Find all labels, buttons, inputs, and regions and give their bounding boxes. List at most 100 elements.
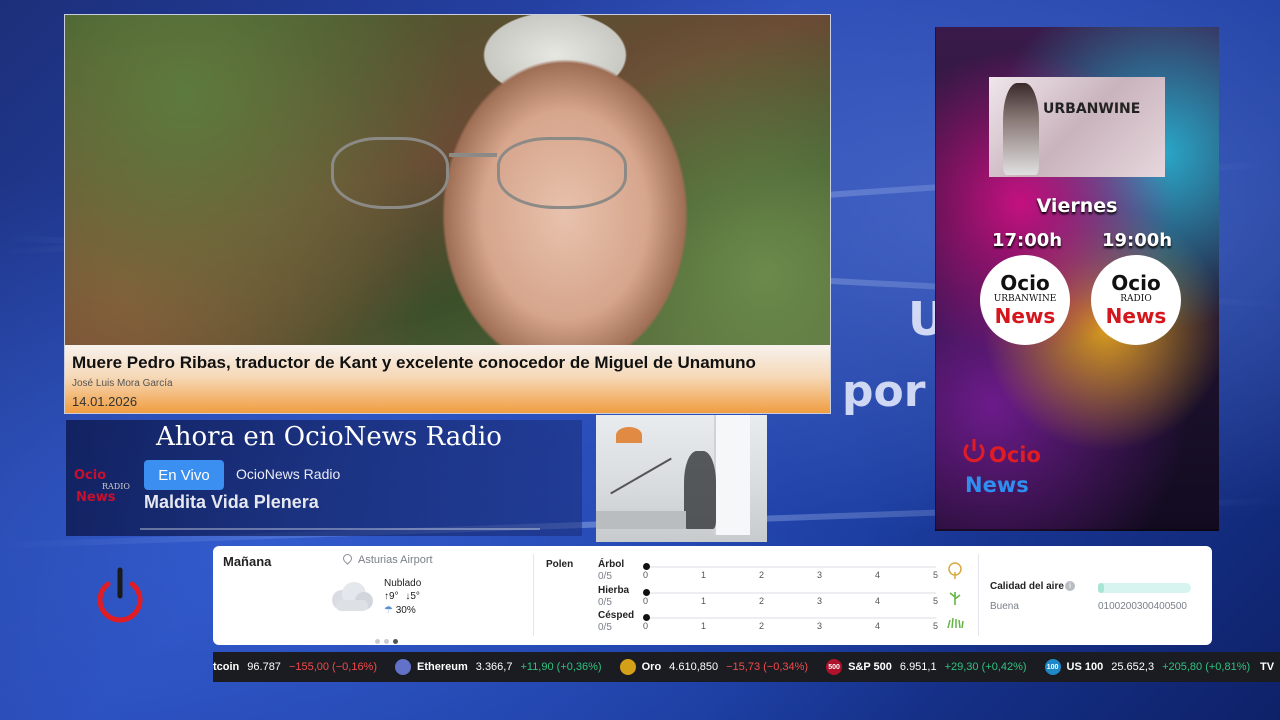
- tree-icon: [948, 562, 962, 579]
- power-heartbeat-icon: [963, 439, 985, 463]
- temp-high: 9°: [389, 591, 399, 602]
- ticker-name: S&P 500: [848, 661, 892, 673]
- radio-now-playing-panel: Ahora en OcioNews Radio Ocio RADIO News …: [66, 420, 582, 536]
- pollen-tick-label: 4: [875, 621, 881, 631]
- pollen-track: [643, 563, 936, 570]
- news-author: José Luis Mora García: [72, 378, 173, 389]
- pollen-name: Hierba: [598, 585, 630, 596]
- pollen-title: Polen: [546, 559, 574, 570]
- pollen-marker: [643, 589, 650, 596]
- news-caption: Muere Pedro Ribas, traductor de Kant y e…: [65, 345, 830, 413]
- ocionews-brand-logo: Ocio News: [963, 437, 1083, 503]
- ticker-name: Oro: [641, 661, 662, 673]
- radio-program-title: Maldita Vida Plenera: [144, 492, 319, 512]
- pollen-tick-label: 5: [933, 570, 939, 580]
- news-headline[interactable]: Muere Pedro Ribas, traductor de Kant y e…: [72, 353, 756, 373]
- logo1-sub: URBANWINE: [993, 294, 1057, 304]
- news-date: 14.01.2026: [72, 394, 138, 409]
- ticker-change: −15,73 (−0,34%): [726, 661, 809, 673]
- urbanwine-cover-art: [989, 77, 1165, 177]
- power-icon[interactable]: [94, 566, 146, 624]
- air-quality-scale: 0100200300400500: [1098, 601, 1187, 612]
- pollen-tick-label: 4: [875, 570, 881, 580]
- air-quality-bar: [1098, 583, 1191, 593]
- brand-ocio: Ocio: [989, 443, 1041, 467]
- ticker-price: 6.951,1: [899, 661, 937, 673]
- pollen-tick-label: 0: [643, 621, 649, 631]
- promo-day: Viernes: [1036, 195, 1118, 217]
- ticker-item[interactable]: tcoin 96.787 −155,00 (−0,16%): [213, 661, 377, 673]
- radio-now-title: Ahora en OcioNews Radio: [156, 422, 502, 452]
- news-photo: [65, 15, 830, 345]
- info-icon[interactable]: i: [1065, 581, 1075, 591]
- pollen-marker: [643, 614, 650, 621]
- promo-time-2: 19:00h: [1102, 230, 1173, 251]
- weather-temps: ↑9° ↓5°: [384, 591, 420, 602]
- pollen-tick-label: 3: [817, 596, 823, 606]
- ticker-change: +11,90 (+0,36%): [520, 661, 602, 673]
- pollen-value: 0/5: [598, 571, 612, 582]
- tradingview-logo[interactable]: TV: [1254, 652, 1280, 682]
- radio-progress-line: [140, 528, 540, 530]
- air-quality-title: Calidad del aire: [990, 581, 1064, 592]
- market-ticker[interactable]: tcoin 96.787 −155,00 (−0,16%) Ethereum 3.366…: [213, 652, 1280, 682]
- pollen-tick-label: 5: [933, 621, 939, 631]
- ticker-name: Ethereum: [417, 661, 468, 673]
- ticker-item[interactable]: Ethereum 3.366,7 +11,90 (+0,36%): [395, 659, 602, 675]
- pollen-tick-label: 4: [875, 596, 881, 606]
- logo1-news: News: [994, 304, 1056, 328]
- ticker-name: US 100: [1066, 661, 1104, 673]
- carousel-dots[interactable]: [375, 631, 402, 649]
- pollen-tick-label: 2: [759, 596, 765, 606]
- pollen-tick-label: 2: [759, 621, 765, 631]
- ticker-price: 4.610,850: [669, 661, 719, 673]
- studio-camera-feed: [596, 415, 767, 542]
- forecast-location: Asturias Airport: [341, 552, 433, 566]
- ocionews-radio-logo-promo: Ocio RADIO News: [1091, 255, 1181, 345]
- ocionews-radio-logo: Ocio RADIO News: [74, 468, 138, 508]
- weather-widget: Mañana Asturias Airport Nublado ↑9° ↓5° …: [213, 546, 1212, 645]
- pollen-tick-label: 0: [643, 596, 649, 606]
- ocionews-urbanwine-logo: Ocio URBANWINE News: [980, 255, 1070, 345]
- ticker-name: tcoin: [213, 661, 240, 673]
- radio-station-name: OcioNews Radio: [236, 466, 341, 482]
- ticker-price: 3.366,7: [475, 661, 513, 673]
- umbrella-icon: ☂: [384, 605, 393, 616]
- ticker-change: +29,30 (+0,42%): [944, 661, 1027, 673]
- ticker-item[interactable]: Oro 4.610,850 −15,73 (−0,34%): [619, 659, 809, 675]
- gold-icon: [619, 659, 636, 675]
- carousel-dot[interactable]: [384, 639, 389, 644]
- news-card[interactable]: Muere Pedro Ribas, traductor de Kant y e…: [64, 14, 831, 414]
- pollen-tick-label: 1: [701, 621, 707, 631]
- location-pin-icon: [341, 552, 354, 565]
- pollen-tick-label: 2: [759, 570, 765, 580]
- temp-low: 5°: [410, 591, 420, 602]
- carousel-dot[interactable]: [375, 639, 380, 644]
- ethereum-icon: [395, 659, 412, 675]
- pollen-marker: [643, 563, 650, 570]
- pollen-tick-label: 5: [933, 596, 939, 606]
- sp500-icon: 500: [826, 659, 843, 675]
- pollen-name: Árbol: [598, 559, 625, 570]
- pollen-tick-label: 3: [817, 570, 823, 580]
- ticker-item[interactable]: 500 S&P 500 6.951,1 +29,30 (+0,42%): [826, 659, 1027, 675]
- pollen-value: 0/5: [598, 622, 612, 633]
- brand-news: News: [965, 473, 1029, 497]
- logo2-news: News: [1105, 304, 1167, 328]
- rain-chance-value: 30%: [395, 605, 416, 616]
- weather-condition: Nublado: [384, 578, 422, 589]
- promo-time-1: 17:00h: [992, 230, 1063, 251]
- ticker-price: 96.787: [247, 661, 281, 673]
- live-badge[interactable]: En Vivo: [144, 460, 224, 490]
- pollen-tick-label: 0: [643, 570, 649, 580]
- pollen-track: [643, 614, 936, 621]
- forecast-day-label: Mañana: [223, 554, 272, 569]
- urbanwine-promo-panel[interactable]: URBANWINE Viernes 17:00h 19:00h Ocio URB…: [935, 27, 1219, 531]
- carousel-dot-active[interactable]: [393, 639, 398, 644]
- pollen-tick-label: 3: [817, 621, 823, 631]
- lawn-icon: [947, 617, 964, 629]
- ticker-item[interactable]: 100 US 100 25.652,3 +205,80 (+0,81%): [1044, 659, 1250, 675]
- pollen-tick-label: 1: [701, 596, 707, 606]
- logo2-ocio: Ocio: [1111, 271, 1161, 295]
- pollen-tick-label: 1: [701, 570, 707, 580]
